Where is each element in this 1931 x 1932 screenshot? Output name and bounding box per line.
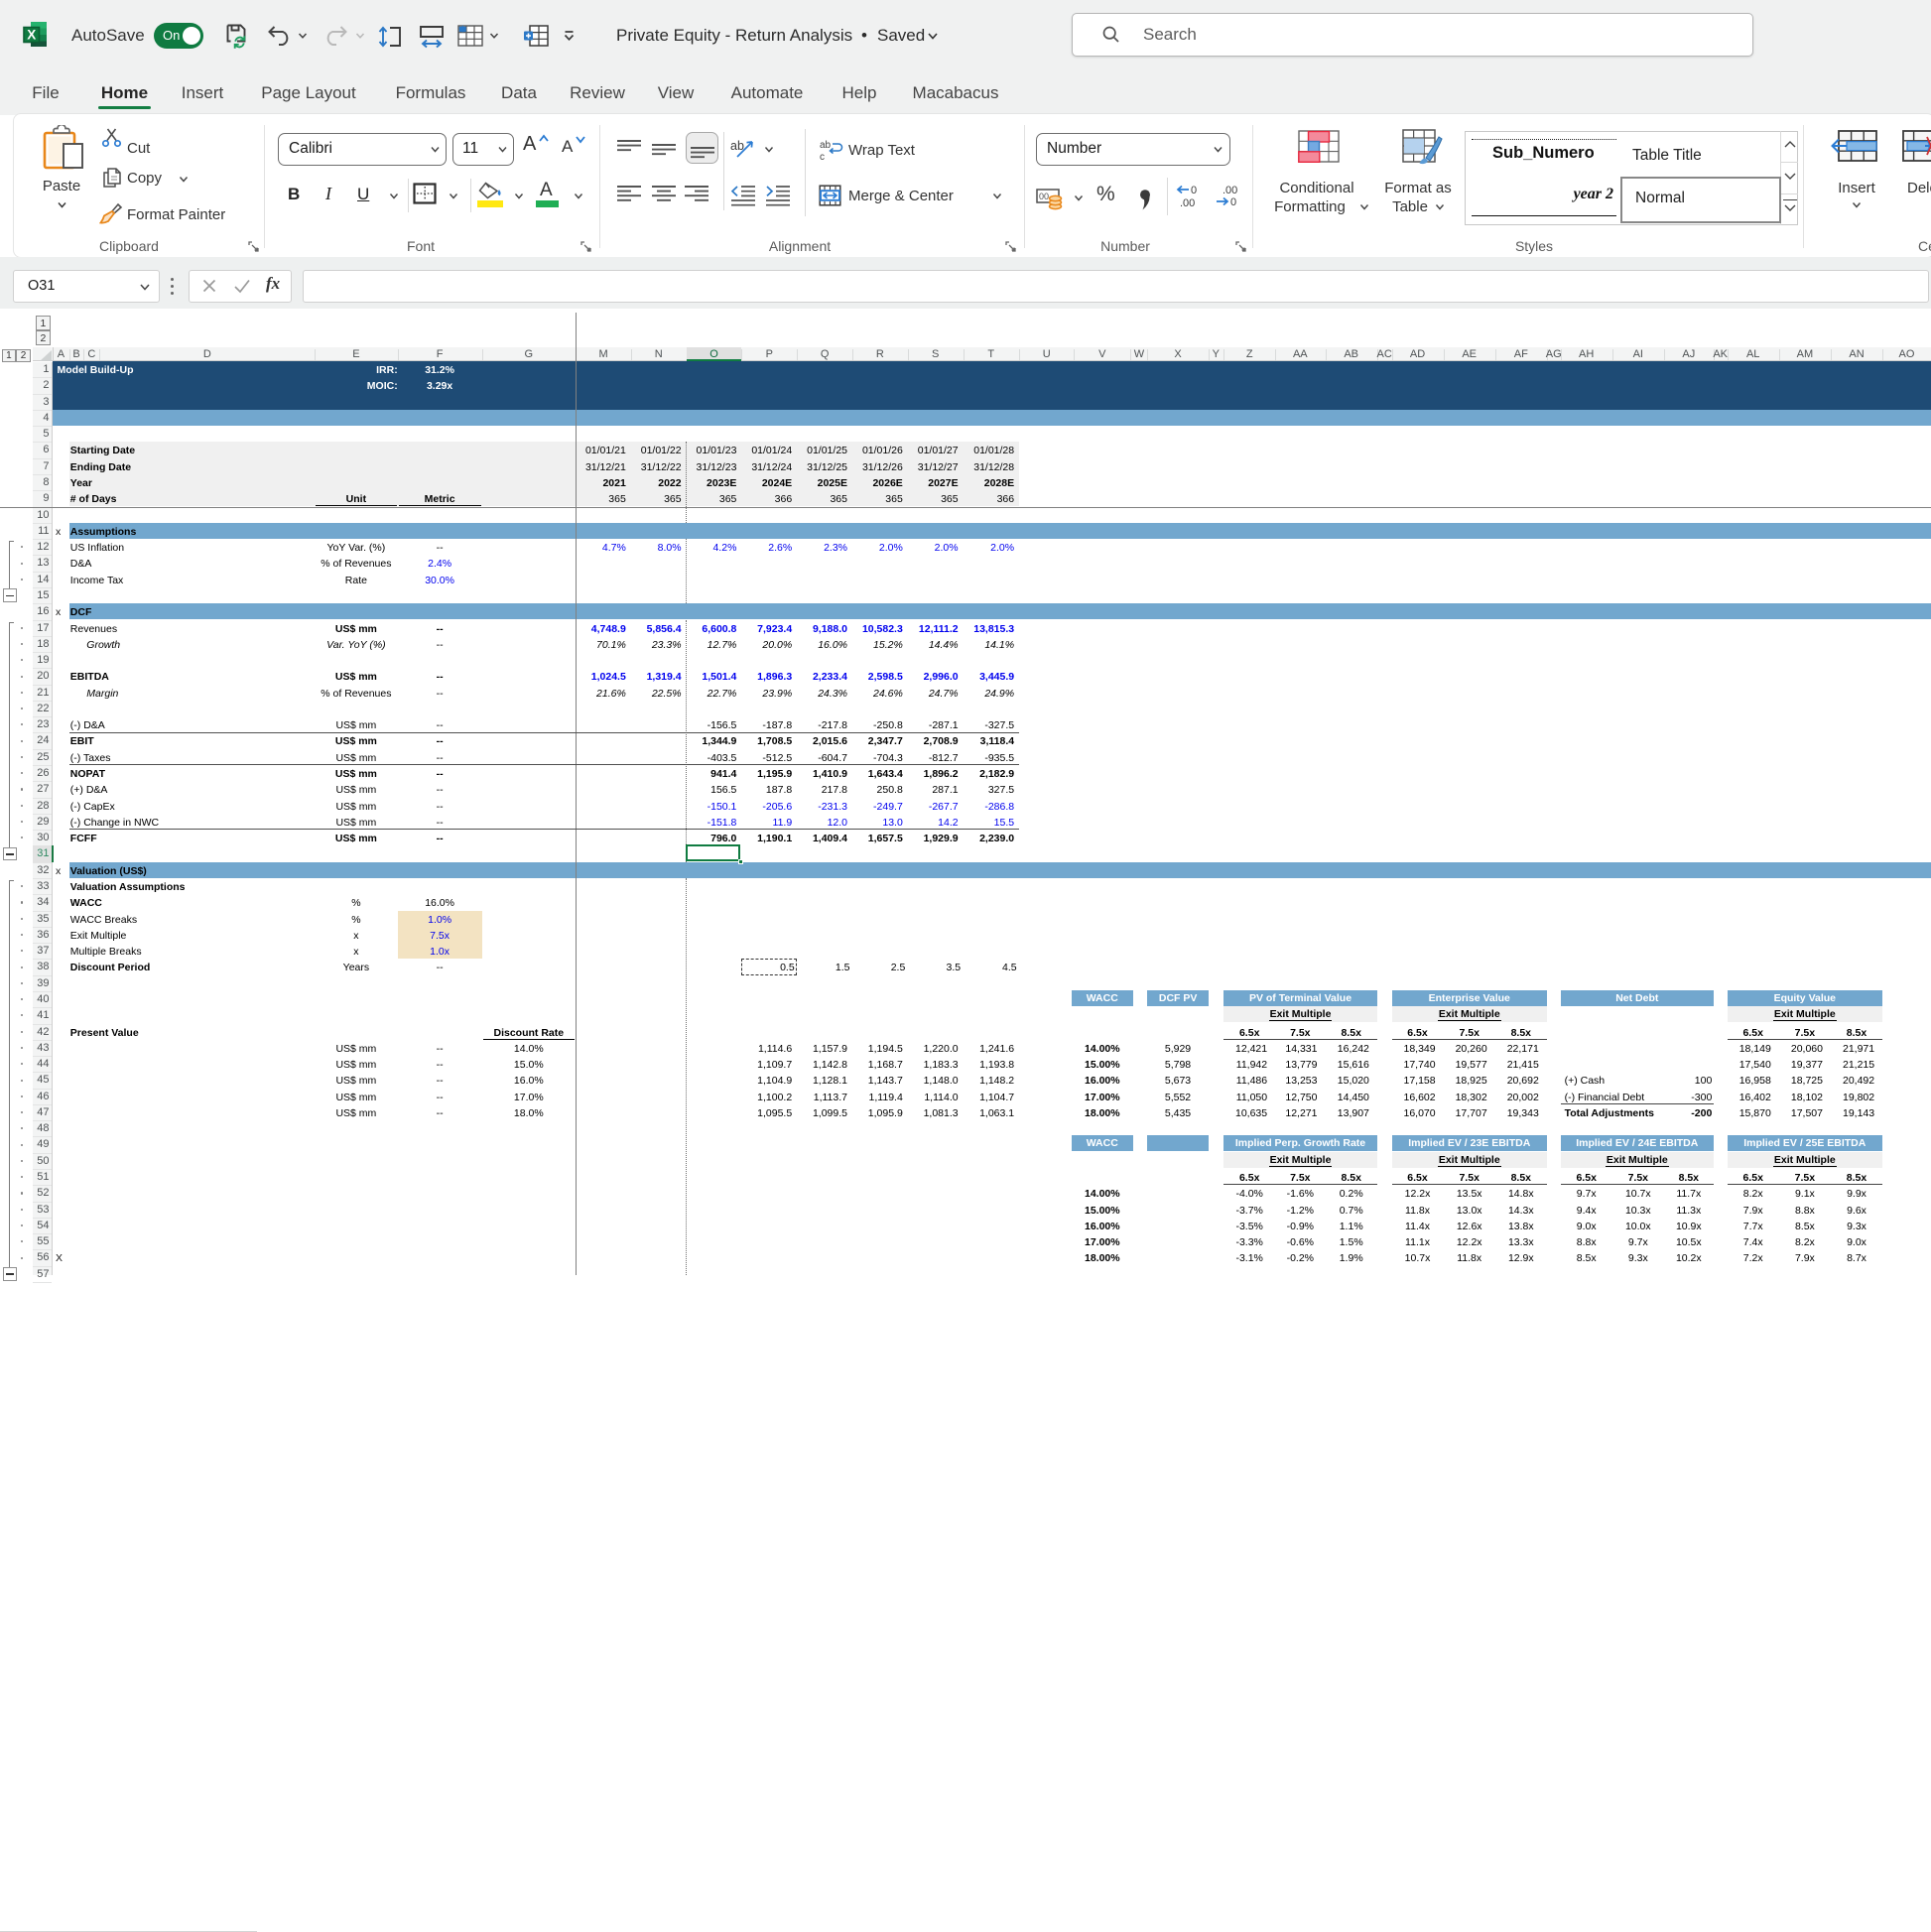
svg-text:c: c [820, 152, 825, 161]
svg-text:X: X [27, 28, 36, 43]
svg-text:.00: .00 [1180, 197, 1195, 207]
svg-text:.00: .00 [1223, 185, 1237, 196]
svg-text:ab: ab [730, 139, 744, 153]
svg-text:0: 0 [1191, 185, 1197, 196]
svg-text:ab: ab [820, 140, 832, 151]
svg-text:0: 0 [1230, 196, 1236, 207]
svg-text:00: 00 [1039, 192, 1049, 201]
